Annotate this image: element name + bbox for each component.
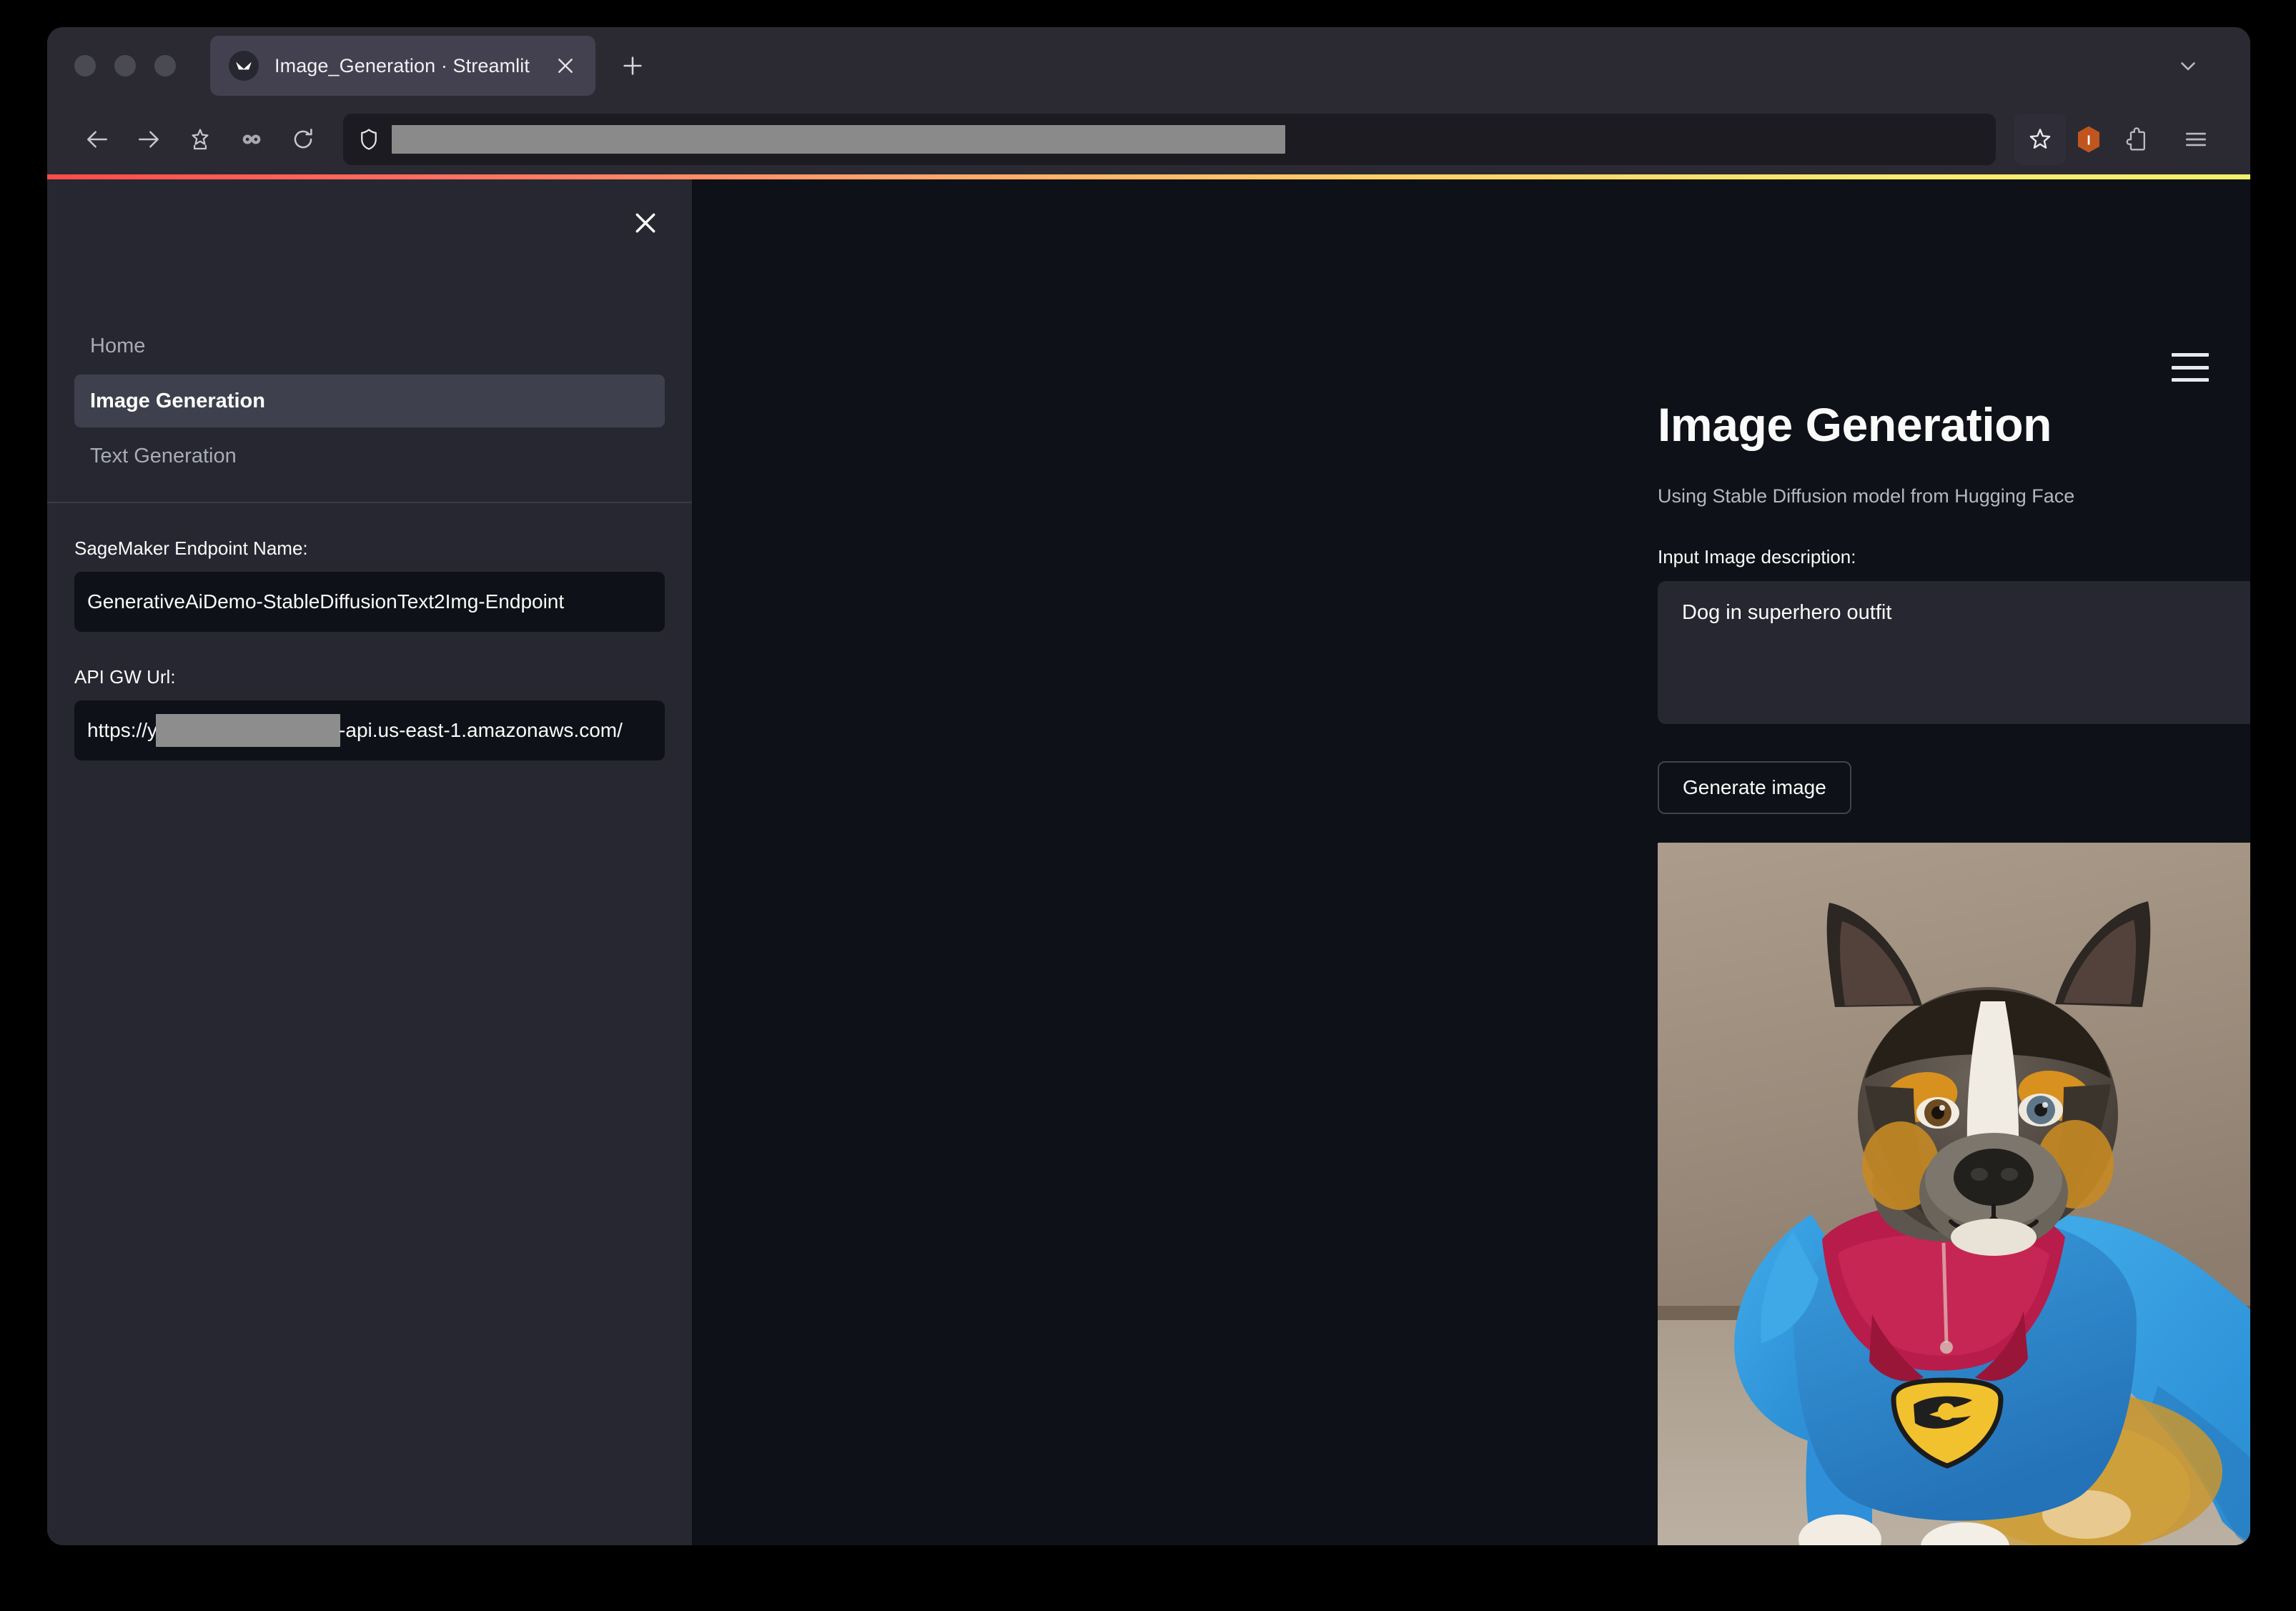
extension-badge-letter: I [2087,133,2090,148]
close-icon[interactable] [551,51,580,80]
reload-button[interactable] [277,114,329,165]
sidebar-close-icon[interactable] [625,202,666,244]
sidebar-item-home[interactable]: Home [74,319,665,372]
sagemaker-endpoint-input[interactable]: GenerativeAiDemo-StableDiffusionText2Img… [74,572,665,632]
forward-button[interactable] [123,114,174,165]
url-redaction-bar [392,125,1285,154]
api-gw-url-field-group: API GW Url: https://y -api.us-east-1.ama… [74,666,665,760]
api-gw-url-suffix: -api.us-east-1.amazonaws.com/ [339,719,623,741]
toolbar-right-actions: I [2014,114,2222,165]
main-content: Image Generation Using Stable Diffusion … [692,179,2250,1545]
sagemaker-endpoint-label: SageMaker Endpoint Name: [74,537,308,559]
new-tab-button[interactable] [613,46,653,86]
browser-tab-title: Image_Generation · Streamlit [274,54,530,76]
window-maximize-button[interactable] [154,55,176,76]
generate-image-button[interactable]: Generate image [1658,760,1851,814]
sidebar-settings-fields: SageMaker Endpoint Name: GenerativeAiDem… [47,503,692,760]
back-button[interactable] [71,114,123,165]
image-description-label: Input Image description: [1658,545,1856,567]
browser-nav-toolbar: I [47,104,2250,174]
generated-image [1658,842,2250,1545]
image-description-value: Dog in superhero outfit [1682,600,1892,624]
sidebar-item-image-generation[interactable]: Image Generation [74,375,665,427]
puzzle-piece-icon[interactable] [2112,114,2163,165]
api-gw-url-prefix: https://y [87,719,158,741]
bookmark-star-icon[interactable] [2014,114,2066,165]
chevron-down-icon[interactable] [2169,46,2207,85]
url-bar[interactable] [343,114,1996,165]
tab-list: Image_Generation · Streamlit [210,36,653,96]
window-minimize-button[interactable] [114,55,136,76]
page-loading-bar [47,174,2250,179]
window-traffic-lights [69,55,176,76]
browser-window: Image_Generation · Streamlit I Home Imag… [47,27,2250,1545]
pocket-icon[interactable] [226,114,277,165]
page-title: Image Generation [1658,398,2052,451]
api-gw-url-label: API GW Url: [74,666,176,688]
window-close-button[interactable] [74,55,96,76]
sagemaker-endpoint-field-group: SageMaker Endpoint Name: GenerativeAiDem… [74,537,665,632]
extension-badge-icon[interactable]: I [2073,122,2104,157]
streamlit-app: Home Image Generation Text Generation Sa… [47,179,2250,1545]
sidebar: Home Image Generation Text Generation Sa… [47,179,692,1545]
hamburger-menu-icon[interactable] [2170,114,2222,165]
page-subtitle: Using Stable Diffusion model from Huggin… [1658,485,2075,507]
streamlit-crown-icon [229,51,259,81]
shield-icon [356,127,382,152]
sidebar-navigation: Home Image Generation Text Generation [47,179,692,482]
browser-tab-strip: Image_Generation · Streamlit [47,27,2250,104]
content-column: Image Generation Using Stable Diffusion … [1658,179,2250,1545]
bookmarks-icon[interactable] [174,114,226,165]
image-description-textarea[interactable]: Dog in superhero outfit [1658,580,2250,724]
api-gw-url-input[interactable]: https://y -api.us-east-1.amazonaws.com/ [74,700,665,760]
api-gw-url-redaction-bar [156,714,341,747]
browser-tab-image-generation[interactable]: Image_Generation · Streamlit [210,36,595,96]
sidebar-item-text-generation[interactable]: Text Generation [74,430,665,482]
